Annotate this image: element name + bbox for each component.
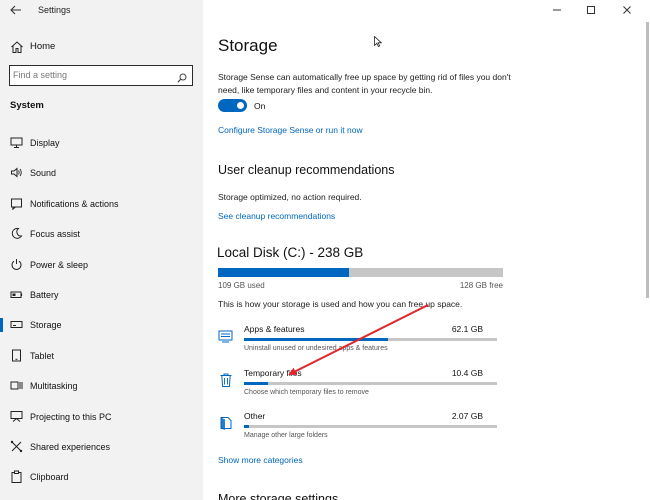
sidebar-item-notifications-actions[interactable]: Notifications & actions <box>0 189 203 219</box>
display-icon <box>10 136 23 149</box>
category-usage-bar <box>244 338 497 341</box>
section-label: System <box>10 100 44 111</box>
disk-used-label: 109 GB used <box>218 281 265 290</box>
shared-experiences-icon <box>10 440 23 453</box>
sidebar-item-sound[interactable]: Sound <box>0 158 203 188</box>
mouse-cursor-icon <box>374 34 383 48</box>
search-icon[interactable] <box>177 70 187 83</box>
apps-icon <box>218 328 234 344</box>
sound-icon <box>10 166 23 179</box>
sidebar-item-label: Tablet <box>30 350 55 361</box>
category-apps-features[interactable]: Apps & features 62.1 GB Uninstall unused… <box>218 324 503 364</box>
category-size: 62.1 GB <box>451 324 483 334</box>
sidebar-item-label: Focus assist <box>30 229 81 240</box>
sidebar-item-label: Projecting to this PC <box>30 411 112 422</box>
cleanup-recommendations-link[interactable]: See cleanup recommendations <box>218 211 335 221</box>
sidebar-item-tablet[interactable]: Tablet <box>0 341 203 371</box>
focus-assist-icon <box>10 227 23 240</box>
more-storage-settings-heading: More storage settings <box>218 492 339 500</box>
category-name: Temporary files <box>244 368 302 378</box>
projecting-icon <box>10 410 23 423</box>
sidebar-item-label: Notifications & actions <box>30 198 119 209</box>
scrollbar[interactable] <box>646 22 649 298</box>
other-icon <box>218 415 234 431</box>
sidebar-item-label: Battery <box>30 289 59 300</box>
maximize-icon[interactable] <box>583 3 599 17</box>
category-temporary-files[interactable]: Temporary files 10.4 GB Choose which tem… <box>218 368 503 408</box>
sidebar-item-label: Power & sleep <box>30 259 89 270</box>
main-content: Storage Storage Sense can automatically … <box>203 0 650 500</box>
sidebar-item-label: Sound <box>30 168 57 179</box>
sidebar-item-projecting-to-this-pc[interactable]: Projecting to this PC <box>0 402 203 432</box>
category-size: 2.07 GB <box>451 411 483 421</box>
category-usage-bar <box>244 382 497 385</box>
title-bar: Settings <box>0 0 203 22</box>
window-controls <box>540 0 650 22</box>
sidebar-item-label: Display <box>30 138 60 148</box>
show-more-categories-link[interactable]: Show more categories <box>218 455 303 465</box>
sidebar-item-multitasking[interactable]: Multitasking <box>0 371 203 401</box>
category-subtitle: Uninstall unused or undesired apps & fea… <box>244 345 388 352</box>
trash-icon <box>218 372 234 388</box>
sidebar-item-label: Storage <box>30 320 62 331</box>
sidebar-nav: Display Sound Notifications & actions Focus… <box>0 128 203 493</box>
category-name: Apps & features <box>244 324 305 334</box>
sidebar-item-storage[interactable]: Storage <box>0 310 203 340</box>
sidebar-item-label: Home <box>30 41 56 52</box>
multitasking-icon <box>10 379 23 392</box>
category-subtitle: Choose which temporary files to remove <box>244 389 369 396</box>
sidebar-item-label: Clipboard <box>30 472 69 483</box>
sidebar-item-home[interactable]: Home <box>0 36 203 58</box>
disk-heading: Local Disk (C:) - 238 GB <box>217 245 364 260</box>
sidebar-item-focus-assist[interactable]: Focus assist <box>0 219 203 249</box>
search-input[interactable] <box>13 67 173 83</box>
sidebar-item-clipboard[interactable]: Clipboard <box>0 462 203 492</box>
toggle-state-label: On <box>254 101 266 111</box>
search-box[interactable] <box>9 65 193 86</box>
category-usage-fill <box>244 382 269 385</box>
category-usage-bar <box>244 425 497 428</box>
cleanup-heading: User cleanup recommendations <box>218 163 395 177</box>
home-icon <box>10 40 24 54</box>
tablet-icon <box>10 349 23 362</box>
category-subtitle: Manage other large folders <box>244 432 328 439</box>
category-size: 10.4 GB <box>451 368 483 378</box>
clipboard-icon <box>10 470 23 484</box>
sidebar-item-label: Multitasking <box>30 381 78 392</box>
storage-sense-toggle[interactable] <box>218 99 247 112</box>
back-arrow-icon[interactable] <box>8 3 24 17</box>
notifications-icon <box>10 197 23 210</box>
sidebar-item-power-sleep[interactable]: Power & sleep <box>0 250 203 280</box>
disk-free-label: 128 GB free <box>459 281 503 290</box>
sidebar-item-shared-experiences[interactable]: Shared experiences <box>0 432 203 462</box>
disk-usage-fill <box>218 268 350 277</box>
sidebar-item-battery[interactable]: Battery <box>0 280 203 310</box>
disk-description: This is how your storage is used and how… <box>218 299 463 309</box>
category-name: Other <box>244 411 266 421</box>
minimize-icon[interactable] <box>549 3 565 17</box>
page-title: Storage <box>218 36 278 55</box>
battery-icon <box>10 288 23 301</box>
sidebar-item-label: Shared experiences <box>30 441 111 452</box>
configure-storage-sense-link[interactable]: Configure Storage Sense or run it now <box>218 125 363 135</box>
sidebar-item-display[interactable]: Display <box>0 128 203 158</box>
category-usage-fill <box>244 338 389 341</box>
cleanup-status: Storage optimized, no action required. <box>218 192 362 202</box>
category-other[interactable]: Other 2.07 GB Manage other large folders <box>218 411 503 451</box>
power-icon <box>10 258 23 271</box>
storage-sense-description: Storage Sense can automatically free up … <box>218 72 511 95</box>
disk-usage-bar <box>218 268 503 277</box>
app-title: Settings <box>38 5 71 15</box>
category-usage-fill <box>244 425 250 428</box>
storage-icon <box>10 318 23 331</box>
sidebar: Settings Home System Display Sound Notific… <box>0 0 203 500</box>
close-icon[interactable] <box>619 3 635 17</box>
toggle-knob <box>237 102 244 109</box>
